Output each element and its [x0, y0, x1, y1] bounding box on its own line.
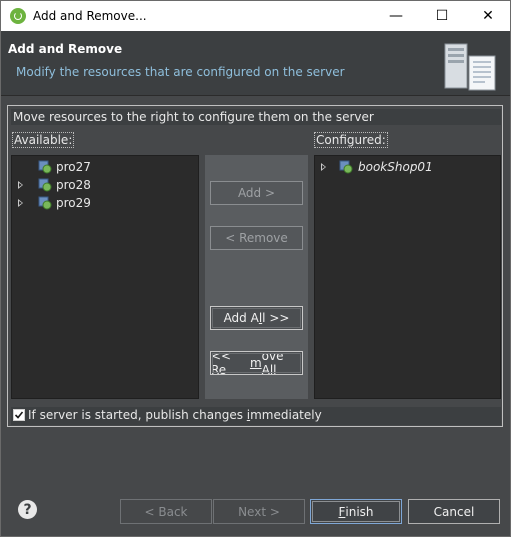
check-icon	[14, 411, 24, 419]
title-bar: Add and Remove... — ☐ ✕	[1, 1, 510, 31]
transfer-buttons-panel: Add > < Remove Add All >> << Re m ove All	[205, 155, 308, 399]
configured-label: Configured:	[314, 132, 388, 148]
add-button[interactable]: Add >	[210, 181, 303, 205]
publish-immediately-checkbox[interactable]	[13, 409, 25, 421]
web-project-icon	[339, 160, 353, 174]
web-project-icon	[38, 178, 52, 192]
expand-icon[interactable]	[18, 199, 23, 207]
cancel-button[interactable]: Cancel	[408, 499, 500, 524]
item-label: pro28	[56, 178, 91, 192]
item-label: pro27	[56, 160, 91, 174]
available-item-pro28[interactable]: pro28	[18, 176, 178, 194]
available-label: Available:	[12, 132, 75, 148]
expand-icon[interactable]	[18, 181, 23, 189]
expand-icon[interactable]	[321, 163, 326, 171]
add-all-button[interactable]: Add All >>	[210, 306, 303, 330]
minimize-button[interactable]: —	[373, 1, 419, 31]
web-project-icon	[38, 160, 52, 174]
help-icon[interactable]: ?	[18, 500, 37, 519]
remove-button[interactable]: < Remove	[210, 226, 303, 250]
window-title: Add and Remove...	[33, 9, 147, 23]
configured-list[interactable]: bookShop01	[314, 155, 501, 399]
next-button[interactable]: Next >	[213, 499, 305, 524]
web-project-icon	[38, 196, 52, 210]
maximize-button[interactable]: ☐	[419, 1, 465, 31]
spring-app-icon	[10, 8, 26, 24]
group-caption: Move resources to the right to configure…	[11, 109, 501, 125]
available-item-pro29[interactable]: pro29	[18, 194, 178, 212]
dialog-header: Add and Remove Modify the resources that…	[1, 31, 510, 96]
server-banner-icon	[444, 43, 496, 91]
header-description: Modify the resources that are configured…	[16, 65, 345, 79]
publish-immediately-label: If server is started, publish changes im…	[28, 408, 322, 422]
available-list[interactable]: pro27 pro28 pro29	[11, 155, 199, 399]
header-title: Add and Remove	[8, 42, 123, 56]
finish-button[interactable]: Finish	[310, 499, 402, 524]
configured-item-bookshop01[interactable]: bookShop01	[321, 158, 491, 176]
back-button[interactable]: < Back	[120, 499, 212, 524]
remove-all-button[interactable]: << Re m ove All	[210, 349, 303, 377]
item-label: pro29	[56, 196, 91, 210]
item-label: bookShop01	[358, 160, 433, 174]
publish-immediately-row[interactable]: If server is started, publish changes im…	[11, 407, 501, 425]
close-button[interactable]: ✕	[465, 1, 511, 31]
add-remove-dialog: Add and Remove... — ☐ ✕ Add and Remove M…	[0, 0, 511, 537]
